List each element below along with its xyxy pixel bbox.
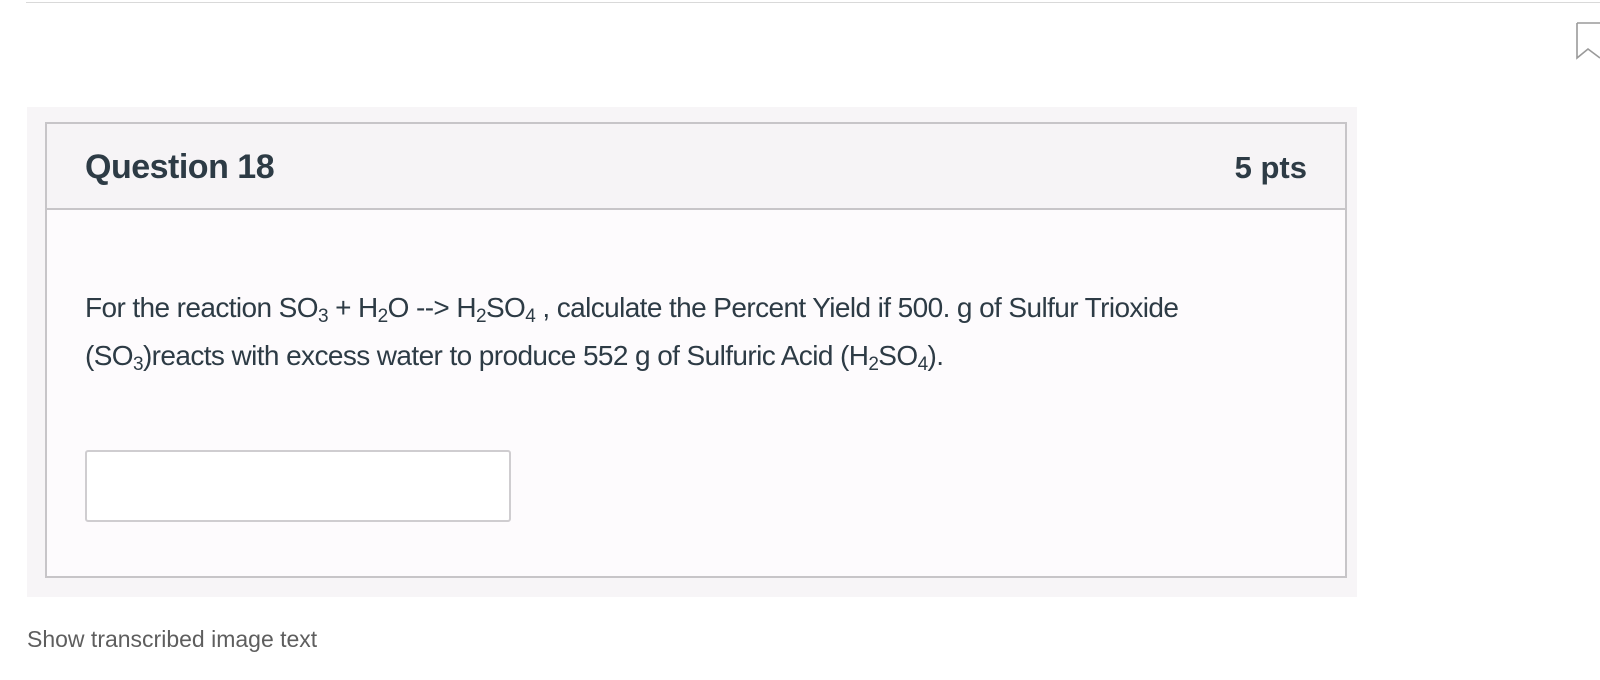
subscript: 2 bbox=[868, 354, 879, 375]
question-text-part: O --> H bbox=[387, 292, 477, 323]
question-text-part: + H bbox=[327, 292, 378, 323]
subscript: 4 bbox=[525, 306, 536, 327]
question-points: 5 pts bbox=[1234, 150, 1307, 185]
question-text-part: SO bbox=[485, 292, 526, 323]
question-text-part: SO bbox=[878, 340, 918, 371]
subscript: 3 bbox=[317, 306, 329, 327]
question-text-part: )reacts with excess water to produce 552… bbox=[142, 340, 869, 371]
question-title: Question 18 bbox=[85, 148, 275, 186]
question-text-part: For the reaction SO bbox=[85, 292, 319, 323]
question-card: Question 18 5 pts For the reaction SO3 +… bbox=[45, 122, 1347, 578]
question-header: Question 18 5 pts bbox=[47, 124, 1345, 210]
subscript: 2 bbox=[377, 306, 389, 327]
show-transcribed-text-link[interactable]: Show transcribed image text bbox=[27, 626, 317, 653]
subscript: 3 bbox=[132, 354, 144, 375]
subscript: 2 bbox=[475, 306, 487, 327]
subscript: 4 bbox=[917, 354, 929, 375]
answer-input[interactable] bbox=[85, 450, 511, 522]
bookmark-icon[interactable] bbox=[1576, 22, 1600, 60]
top-divider bbox=[26, 2, 1600, 3]
question-text: For the reaction SO3 + H2O --> H2SO4 , c… bbox=[85, 284, 1265, 380]
question-text-part: ). bbox=[927, 340, 945, 371]
